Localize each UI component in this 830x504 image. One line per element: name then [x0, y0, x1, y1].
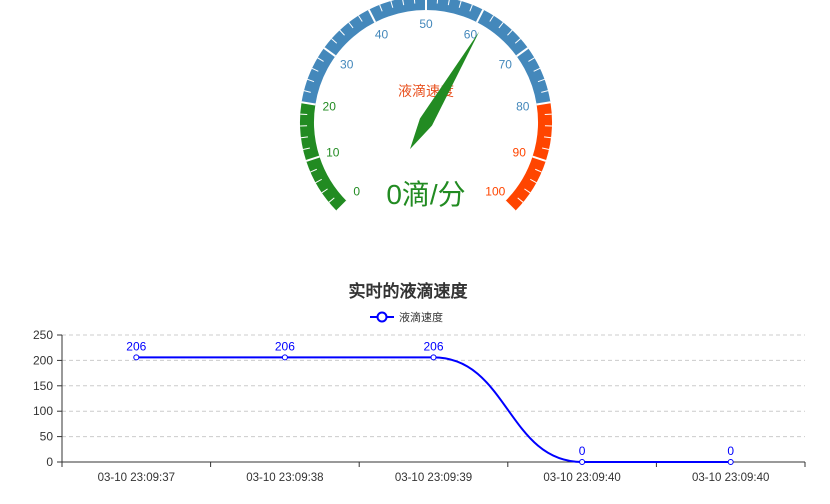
y-tick-label: 50: [40, 430, 54, 444]
data-points: [133, 354, 734, 465]
legend-marker-icon: [376, 311, 388, 323]
data-label: 206: [275, 339, 295, 353]
data-point[interactable]: [727, 459, 734, 465]
gauge-tick-label: 60: [464, 28, 478, 42]
y-tick-label: 150: [33, 379, 53, 393]
gauge-tick-label: 90: [513, 145, 527, 159]
chart-title: 实时的液滴速度: [349, 281, 469, 301]
x-tick-label: 03-10 23:09:40: [692, 472, 769, 484]
x-tick-label: 03-10 23:09:39: [395, 472, 472, 484]
y-tick-label: 0: [46, 455, 53, 469]
data-point[interactable]: [133, 354, 140, 361]
gauge-tick-label: 10: [326, 145, 340, 159]
gauge-value: 0滴/分: [386, 179, 465, 210]
data-point[interactable]: [579, 459, 586, 465]
data-point[interactable]: [430, 354, 437, 361]
y-tick-label: 200: [33, 353, 53, 367]
legend[interactable]: 液滴速度: [370, 310, 443, 324]
gauge-tick-label: 30: [340, 57, 354, 71]
legend-label: 液滴速度: [399, 310, 443, 324]
data-label: 0: [579, 444, 586, 458]
y-tick-label: 250: [33, 328, 53, 342]
data-label: 0: [727, 444, 734, 458]
gauge-tick-label: 20: [323, 100, 337, 114]
y-axis-tick-labels: 0 50 100 150 200 250: [33, 328, 53, 469]
x-axis-tick-labels: 03-10 23:09:37 03-10 23:09:38 03-10 23:09:…: [98, 472, 770, 484]
data-point[interactable]: [281, 354, 288, 361]
gauge-tick-label: 70: [499, 57, 513, 71]
gauge-tick-label: 100: [485, 184, 505, 198]
series-line: [136, 356, 731, 464]
gauge-tick-label: 50: [419, 17, 433, 31]
line-chart: 实时的液滴速度 液滴速度 0 50 100 150 200 250 03-10 23:09…: [33, 281, 806, 484]
gauge-tick-label: 40: [375, 28, 389, 42]
y-tick-label: 100: [33, 404, 53, 418]
x-tick-label: 03-10 23:09:40: [543, 472, 620, 484]
y-gridlines: [57, 334, 805, 463]
gauge-tick-labels: 0 10 20 30 40 50 60 70 80 90 100: [323, 17, 530, 198]
gauge-tick-label: 0: [353, 184, 360, 198]
data-label: 206: [423, 339, 443, 353]
gauge: 0102030405060708090100 液滴速度 0滴/分: [300, 0, 552, 212]
dashboard: 0 10 20 30 40 50 60 70 80 90 100 液滴速度 0滴/分 实时的液滴速度…: [0, 0, 830, 504]
x-tick-label: 03-10 23:09:38: [246, 472, 323, 484]
data-label: 206: [126, 339, 146, 353]
x-tick-label: 03-10 23:09:37: [98, 472, 175, 484]
gauge-tick-label: 80: [516, 100, 530, 114]
